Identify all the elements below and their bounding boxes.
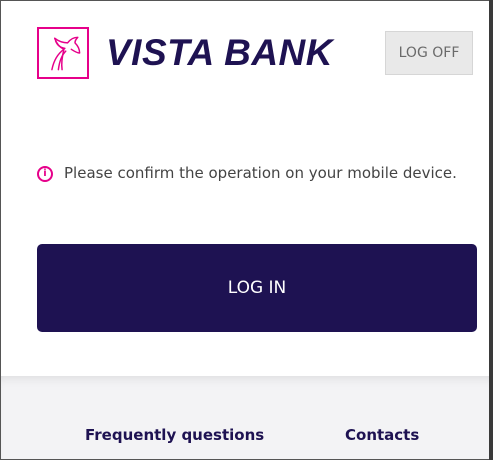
brand-name: VISTA BANK [106, 32, 333, 73]
confirmation-message: Please confirm the operation on your mob… [64, 164, 457, 182]
log-off-button[interactable]: LOG OFF [385, 31, 473, 75]
app-window: VISTA BANK LOG OFF i Please confirm the … [0, 0, 493, 460]
info-icon: i [37, 166, 53, 182]
contacts-link[interactable]: Contacts [345, 426, 419, 444]
faq-link[interactable]: Frequently questions [85, 426, 264, 444]
window-edge [489, 0, 493, 460]
footer: Frequently questions Contacts [1, 376, 492, 459]
horse-head-icon [51, 36, 81, 71]
log-in-button[interactable]: LOG IN [37, 244, 477, 332]
bank-logo[interactable] [37, 27, 89, 79]
